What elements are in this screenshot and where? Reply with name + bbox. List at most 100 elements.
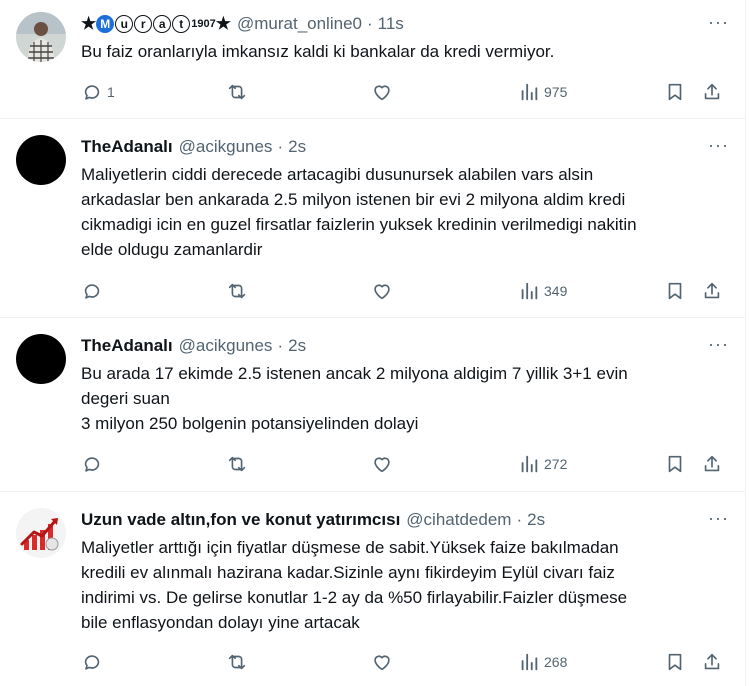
bookmark-icon: [668, 83, 682, 101]
heart-icon: [374, 85, 390, 101]
share-icon: [704, 282, 720, 299]
share-button[interactable]: [701, 651, 723, 673]
tweet-actions: 272: [81, 452, 729, 476]
like-button[interactable]: [371, 651, 397, 673]
separator: ·: [366, 14, 373, 33]
bookmark-button[interactable]: [664, 280, 686, 302]
timestamp[interactable]: 2s: [288, 137, 306, 157]
analytics-icon: [521, 455, 538, 473]
tweet-actions: 268: [81, 650, 729, 674]
view-count: 272: [544, 456, 568, 472]
more-options-icon[interactable]: ···: [708, 12, 729, 33]
bookmark-icon: [668, 455, 682, 473]
tweet-header: ★ M u r a t 1907 ★ @murat_online0 · 11s: [81, 12, 729, 36]
name-letter-badge: u: [115, 15, 134, 33]
views-button[interactable]: 349: [518, 280, 567, 302]
reply-icon: [84, 284, 100, 299]
share-icon: [704, 653, 720, 670]
name-letter-badge: r: [134, 15, 153, 33]
name-letter-badge: M: [96, 15, 115, 33]
reply-button[interactable]: 1: [81, 81, 115, 103]
avatar[interactable]: [16, 12, 66, 62]
share-icon: [704, 83, 720, 100]
separator: ·: [277, 137, 284, 156]
tweet-header: Uzun vade altın,fon ve konut yatırımcısı…: [81, 508, 729, 532]
username[interactable]: @cihatdedem: [406, 510, 511, 530]
reply-button[interactable]: [81, 651, 107, 673]
like-button[interactable]: [371, 280, 397, 302]
more-options-icon[interactable]: ···: [708, 135, 729, 156]
retweet-icon: [228, 84, 246, 100]
display-name[interactable]: ★ M u r a t 1907 ★: [81, 14, 231, 34]
analytics-icon: [521, 653, 538, 671]
display-name[interactable]: TheAdanalı: [81, 137, 173, 157]
heart-icon: [374, 284, 390, 300]
avatar[interactable]: [16, 135, 66, 185]
tweet-text: Maliyetler arttığı için fiyatlar düşmese…: [81, 538, 628, 632]
bookmark-button[interactable]: [664, 651, 686, 673]
tweet-header: TheAdanalı @acikgunes · 2s: [81, 135, 729, 159]
tweet[interactable]: Uzun vade altın,fon ve konut yatırımcısı…: [0, 492, 745, 686]
share-button[interactable]: [701, 453, 723, 475]
analytics-icon: [521, 83, 538, 101]
avatar[interactable]: [16, 508, 66, 558]
heart-icon: [374, 655, 390, 671]
tweet[interactable]: ★ M u r a t 1907 ★ @murat_online0 · 11s …: [0, 0, 745, 119]
share-icon: [704, 455, 720, 472]
more-options-icon[interactable]: ···: [708, 508, 729, 529]
retweet-button[interactable]: [226, 651, 252, 673]
retweet-button[interactable]: [226, 81, 252, 103]
avatar[interactable]: [16, 334, 66, 384]
display-name[interactable]: TheAdanalı: [81, 336, 173, 356]
view-count: 268: [544, 654, 568, 670]
tweet-text: Maliyetlerin ciddi derecede artacagibi d…: [81, 165, 637, 259]
name-letter-badge: a: [153, 15, 172, 33]
retweet-icon: [228, 283, 246, 299]
timestamp[interactable]: 11s: [378, 14, 404, 34]
retweet-icon: [228, 654, 246, 670]
views-button[interactable]: 272: [518, 453, 567, 475]
retweet-button[interactable]: [226, 453, 252, 475]
tweet-actions: 349: [81, 279, 729, 303]
reply-icon: [84, 457, 100, 472]
star-icon: ★: [81, 14, 97, 33]
reply-count: 1: [107, 84, 115, 100]
share-button[interactable]: [701, 280, 723, 302]
reply-button[interactable]: [81, 453, 107, 475]
bookmark-button[interactable]: [664, 453, 686, 475]
tweet[interactable]: TheAdanalı @acikgunes · 2s Bu arada 17 e…: [0, 318, 745, 492]
username[interactable]: @murat_online0: [237, 14, 362, 34]
tweet-header: TheAdanalı @acikgunes · 2s: [81, 334, 729, 358]
retweet-icon: [228, 456, 246, 472]
views-button[interactable]: 268: [518, 651, 567, 673]
share-button[interactable]: [701, 81, 723, 103]
name-superscript: 1907: [191, 18, 216, 30]
separator: ·: [277, 336, 284, 355]
timestamp[interactable]: 2s: [288, 336, 306, 356]
timestamp[interactable]: 2s: [527, 510, 545, 530]
more-options-icon[interactable]: ···: [708, 334, 729, 355]
reply-button[interactable]: [81, 280, 107, 302]
display-name[interactable]: Uzun vade altın,fon ve konut yatırımcısı: [81, 510, 400, 530]
analytics-icon: [521, 282, 538, 300]
view-count: 975: [544, 84, 568, 100]
avatar-photo: [16, 12, 66, 62]
username[interactable]: @acikgunes: [179, 336, 273, 356]
reply-icon: [84, 655, 100, 670]
tweet-feed: ★ M u r a t 1907 ★ @murat_online0 · 11s …: [0, 0, 746, 686]
bookmark-icon: [668, 282, 682, 300]
like-button[interactable]: [371, 81, 397, 103]
bookmark-icon: [668, 653, 682, 671]
view-count: 349: [544, 283, 568, 299]
retweet-button[interactable]: [226, 280, 252, 302]
tweet-text: Bu arada 17 ekimde 2.5 istenen ancak 2 m…: [81, 364, 628, 433]
reply-icon: [84, 85, 100, 100]
tweet-actions: 1 975: [81, 80, 729, 104]
username[interactable]: @acikgunes: [179, 137, 273, 157]
avatar-chart-image: [16, 508, 66, 558]
tweet[interactable]: TheAdanalı @acikgunes · 2s Maliyetlerin …: [0, 119, 745, 318]
views-button[interactable]: 975: [518, 81, 567, 103]
bookmark-button[interactable]: [664, 81, 686, 103]
separator: ·: [516, 510, 523, 529]
like-button[interactable]: [371, 453, 397, 475]
